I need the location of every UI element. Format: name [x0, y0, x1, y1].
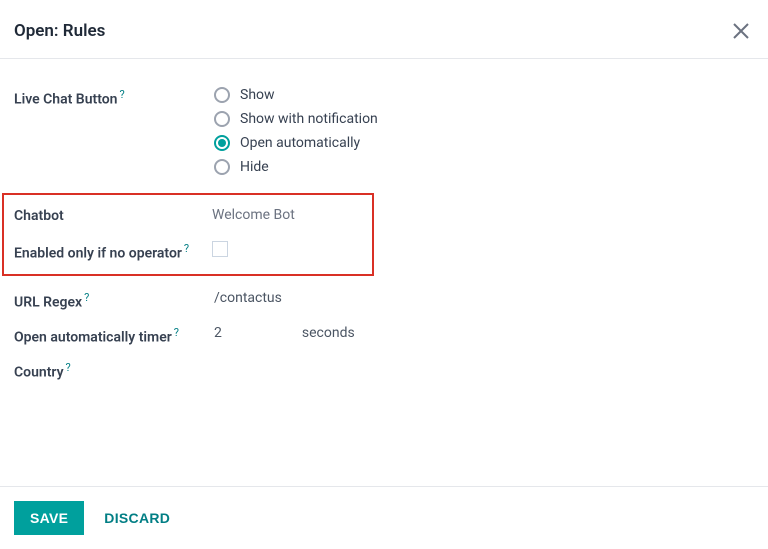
- dialog-footer: SAVE DISCARD: [0, 486, 768, 549]
- field-url-regex: URL Regex? /contactus: [14, 288, 754, 313]
- radio-icon: [214, 159, 230, 175]
- help-icon[interactable]: ?: [66, 361, 71, 374]
- field-label: Country?: [14, 358, 214, 383]
- label-text: Live Chat Button: [14, 92, 118, 108]
- field-chatbot: Chatbot Welcome Bot: [14, 205, 362, 227]
- close-button[interactable]: [728, 18, 754, 44]
- radio-option-show[interactable]: Show: [214, 87, 754, 103]
- radio-option-hide[interactable]: Hide: [214, 159, 754, 175]
- radio-option-open-auto[interactable]: Open automatically: [214, 135, 754, 151]
- timer-unit: seconds: [302, 325, 355, 341]
- radio-label: Show with notification: [240, 111, 378, 127]
- label-text: Country: [14, 365, 64, 381]
- close-icon: [732, 22, 750, 40]
- radio-icon: [214, 87, 230, 103]
- radio-label: Show: [240, 87, 275, 103]
- radio-icon: [214, 135, 230, 151]
- help-icon[interactable]: ?: [84, 291, 89, 304]
- label-text: URL Regex: [14, 295, 82, 311]
- field-live-chat-button: Live Chat Button? Show Show with notific…: [14, 85, 754, 183]
- radio-label: Open automatically: [240, 135, 360, 151]
- chatbot-value: Welcome Bot: [212, 207, 295, 223]
- label-text: Chatbot: [14, 208, 64, 224]
- field-label: Open automatically timer?: [14, 323, 214, 348]
- field-value: 2 seconds: [214, 323, 754, 341]
- radio-label: Hide: [240, 159, 269, 175]
- radio-group-live-chat: Show Show with notification Open automat…: [214, 85, 754, 183]
- field-value[interactable]: Welcome Bot: [212, 205, 362, 223]
- field-label: URL Regex?: [14, 288, 214, 313]
- dialog-header: Open: Rules: [0, 0, 768, 58]
- field-country: Country?: [14, 358, 754, 383]
- field-enabled-only-no-operator: Enabled only if no operator?: [14, 239, 362, 264]
- label-text: Enabled only if no operator: [14, 245, 182, 261]
- field-label: Live Chat Button?: [14, 85, 214, 110]
- field-label: Chatbot: [14, 205, 212, 227]
- timer-value[interactable]: 2: [214, 325, 222, 341]
- field-value[interactable]: /contactus: [214, 288, 754, 306]
- radio-icon: [214, 111, 230, 127]
- url-regex-value: /contactus: [214, 290, 282, 306]
- field-value: [212, 239, 362, 261]
- save-button[interactable]: SAVE: [14, 501, 84, 535]
- help-icon[interactable]: ?: [174, 326, 179, 339]
- highlight-box: Chatbot Welcome Bot Enabled only if no o…: [2, 193, 374, 276]
- field-value[interactable]: [214, 358, 754, 360]
- dialog-content: Live Chat Button? Show Show with notific…: [0, 59, 768, 414]
- field-label: Enabled only if no operator?: [14, 239, 212, 264]
- help-icon[interactable]: ?: [184, 242, 189, 255]
- field-auto-timer: Open automatically timer? 2 seconds: [14, 323, 754, 348]
- checkbox-enabled-only[interactable]: [212, 241, 228, 257]
- help-icon[interactable]: ?: [120, 88, 125, 101]
- dialog-title: Open: Rules: [14, 21, 105, 41]
- discard-button[interactable]: DISCARD: [104, 510, 170, 526]
- radio-option-show-notification[interactable]: Show with notification: [214, 111, 754, 127]
- label-text: Open automatically timer: [14, 330, 172, 346]
